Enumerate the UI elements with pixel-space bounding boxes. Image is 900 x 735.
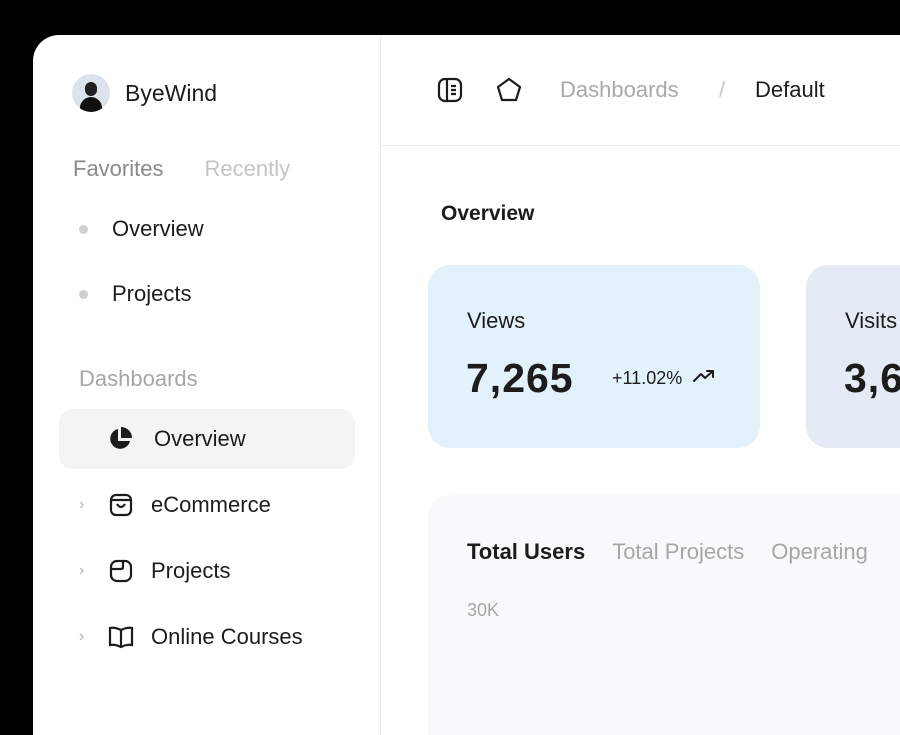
panel-tabs: Total Users Total Projects Operating (467, 539, 868, 565)
breadcrumb-parent[interactable]: Dashboards (560, 77, 679, 103)
star-icon[interactable] (495, 76, 523, 109)
sidebar-item-ecommerce[interactable]: › eCommerce (79, 491, 271, 519)
favorite-item-label: Projects (112, 281, 192, 306)
favorite-item-label: Overview (112, 216, 204, 241)
brand-name: ByeWind (125, 79, 218, 106)
stat-value: 3,6 (844, 355, 900, 401)
section-label-dashboards: Dashboards (79, 366, 198, 391)
tab-total-projects[interactable]: Total Projects (612, 539, 744, 565)
avatar (72, 74, 110, 112)
y-axis-tick: 30K (467, 600, 500, 620)
sidebar-item-label: Overview (154, 426, 246, 451)
tab-total-users[interactable]: Total Users (467, 539, 585, 565)
sidebar-item-overview[interactable]: Overview (59, 409, 355, 469)
breadcrumb-separator: / (719, 77, 726, 102)
tab-favorites[interactable]: Favorites (73, 156, 163, 182)
sidebar-item-projects[interactable]: › Projects (79, 557, 230, 585)
stat-label: Visits (845, 308, 898, 333)
sidebar-item-label: Online Courses (151, 624, 303, 649)
page-title: Overview (441, 202, 535, 225)
sidebar-item-online-courses[interactable]: › Online Courses (79, 623, 303, 651)
stat-change-value: +11.02% (612, 368, 683, 388)
bullet-dot (79, 224, 88, 234)
stat-label: Views (467, 308, 526, 333)
pie-chart-icon (106, 425, 134, 453)
bullet-dot (79, 289, 88, 299)
stat-card-views: Views 7,265 +11.02% (428, 265, 760, 448)
favorite-item-overview[interactable]: Overview (79, 216, 204, 242)
top-header: Dashboards / Default (381, 35, 900, 146)
brand[interactable]: ByeWind (72, 74, 217, 112)
sidebar-toggle-icon[interactable] (436, 76, 464, 109)
app-window: ByeWind Favorites Recently Overview Proj… (33, 35, 900, 735)
breadcrumb-current: Default (755, 77, 825, 102)
favorite-item-projects[interactable]: Projects (79, 281, 191, 307)
chevron-right-icon[interactable]: › (79, 496, 93, 514)
chevron-right-icon[interactable]: › (79, 562, 93, 580)
chevron-right-icon[interactable]: › (79, 628, 93, 646)
sidebar-item-label: eCommerce (151, 492, 271, 517)
sidebar-item-label: Projects (151, 558, 231, 583)
total-users-panel: Total Users Total Projects Operating 30K (428, 495, 900, 735)
tab-operating[interactable]: Operating (771, 539, 868, 565)
tab-recently[interactable]: Recently (204, 156, 290, 182)
favorites-tabs: Favorites Recently (73, 156, 290, 182)
stat-change: +11.02% (612, 368, 716, 389)
book-open-icon (107, 623, 135, 651)
shopping-bag-icon (107, 491, 135, 519)
stat-value: 7,265 (466, 355, 574, 401)
folder-icon (107, 557, 135, 585)
sidebar: ByeWind Favorites Recently Overview Proj… (33, 35, 381, 735)
trend-up-icon (692, 368, 716, 389)
stat-card-visits: Visits 3,6 (806, 265, 900, 448)
